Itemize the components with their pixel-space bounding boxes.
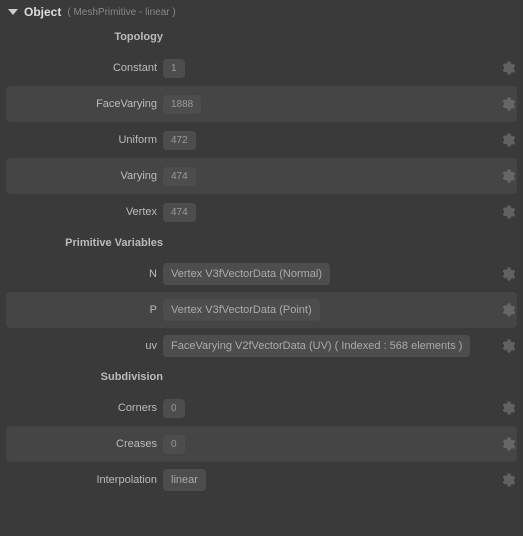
row-constant: Constant 1	[0, 50, 523, 86]
value-constant: 1	[163, 59, 185, 78]
gear-icon[interactable]	[499, 203, 517, 221]
gear-icon[interactable]	[499, 95, 517, 113]
gear-icon[interactable]	[499, 399, 517, 417]
row-facevarying: FaceVarying 1888	[6, 86, 517, 122]
row-uv: uv FaceVarying V2fVectorData (UV) ( Inde…	[0, 328, 523, 364]
gear-icon[interactable]	[499, 337, 517, 355]
value-interpolation: linear	[163, 469, 206, 491]
gear-icon[interactable]	[499, 301, 517, 319]
row-vertex: Vertex 474	[0, 194, 523, 230]
row-creases: Creases 0	[6, 426, 517, 462]
value-n: Vertex V3fVectorData (Normal)	[163, 263, 330, 285]
gear-icon[interactable]	[499, 131, 517, 149]
collapse-icon[interactable]	[8, 9, 18, 15]
value-creases: 0	[163, 435, 185, 454]
gear-icon[interactable]	[499, 471, 517, 489]
label-n: N	[0, 268, 163, 280]
row-uniform: Uniform 472	[0, 122, 523, 158]
gear-icon[interactable]	[499, 265, 517, 283]
value-varying: 474	[163, 167, 196, 186]
label-corners: Corners	[0, 402, 163, 414]
gear-icon[interactable]	[499, 167, 517, 185]
value-p: Vertex V3fVectorData (Point)	[163, 299, 320, 321]
gear-icon[interactable]	[499, 59, 517, 77]
label-uniform: Uniform	[0, 134, 163, 146]
row-varying: Varying 474	[6, 158, 517, 194]
label-creases: Creases	[6, 438, 163, 450]
section-subdivision-title: Subdivision	[0, 364, 163, 390]
panel-header: Object ( MeshPrimitive - linear )	[0, 0, 523, 24]
row-p: P Vertex V3fVectorData (Point)	[6, 292, 517, 328]
panel-subtitle: ( MeshPrimitive - linear )	[67, 7, 175, 18]
section-topology-title: Topology	[0, 24, 163, 50]
row-corners: Corners 0	[0, 390, 523, 426]
row-interpolation: Interpolation linear	[0, 462, 523, 498]
panel-title: Object	[24, 5, 61, 19]
value-corners: 0	[163, 399, 185, 418]
label-facevarying: FaceVarying	[6, 98, 163, 110]
label-constant: Constant	[0, 62, 163, 74]
value-vertex: 474	[163, 203, 196, 222]
row-n: N Vertex V3fVectorData (Normal)	[0, 256, 523, 292]
gear-icon[interactable]	[499, 435, 517, 453]
label-varying: Varying	[6, 170, 163, 182]
label-uv: uv	[0, 340, 163, 352]
value-uniform: 472	[163, 131, 196, 150]
label-interpolation: Interpolation	[0, 474, 163, 486]
label-p: P	[6, 304, 163, 316]
value-facevarying: 1888	[163, 95, 201, 114]
section-primvars-title: Primitive Variables	[0, 230, 163, 256]
value-uv: FaceVarying V2fVectorData (UV) ( Indexed…	[163, 335, 470, 357]
label-vertex: Vertex	[0, 206, 163, 218]
